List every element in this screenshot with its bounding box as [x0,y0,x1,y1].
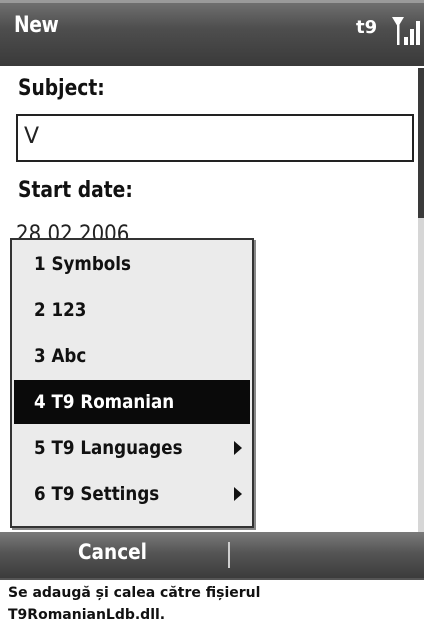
menu-item-label: 6 T9 Settings [34,483,160,505]
signal-strength-icon [392,17,420,45]
menu-item-label: 1 Symbols [34,253,131,275]
t9-mode-indicator: t9 [356,17,378,38]
subject-input-value: V [24,124,40,149]
menu-item-symbols[interactable]: 1 Symbols [14,242,250,286]
menu-item-123[interactable]: 2 123 [14,288,250,332]
menu-item-label: 5 T9 Languages [34,437,183,459]
phone-screen: New t9 Subject: V Start date: 28.02.2006… [0,0,424,578]
subject-label: Subject: [18,76,105,101]
menu-item-t9-romanian[interactable]: 4 T9 Romanian [14,380,250,424]
softkey-bar: Cancel [0,532,424,578]
softkey-divider [228,542,230,568]
scrollbar-thumb[interactable] [418,68,424,218]
menu-item-label: 2 123 [34,299,87,321]
menu-item-label: 3 Abc [34,345,87,367]
caption-line-2: T9RomanianLdb.dll. [8,607,166,623]
title-bar: New t9 [0,0,424,66]
submenu-arrow-icon [234,487,242,501]
start-date-label: Start date: [18,178,133,203]
caption-text: Se adaugă și calea către fișierul T9Roman… [0,578,424,632]
menu-item-label: 4 T9 Romanian [34,391,175,413]
submenu-arrow-icon [234,441,242,455]
scrollbar[interactable] [418,68,424,532]
menu-item-abc[interactable]: 3 Abc [14,334,250,378]
subject-input[interactable]: V [16,114,414,162]
screen-title: New [14,13,59,38]
menu-item-t9-languages[interactable]: 5 T9 Languages [14,426,250,470]
menu-item-t9-settings[interactable]: 6 T9 Settings [14,472,250,516]
input-mode-menu: 1 Symbols 2 123 3 Abc 4 T9 Romanian 5 T9… [10,238,254,528]
cancel-softkey[interactable]: Cancel [78,540,147,564]
caption-line-1: Se adaugă și calea către fișierul [8,585,261,601]
